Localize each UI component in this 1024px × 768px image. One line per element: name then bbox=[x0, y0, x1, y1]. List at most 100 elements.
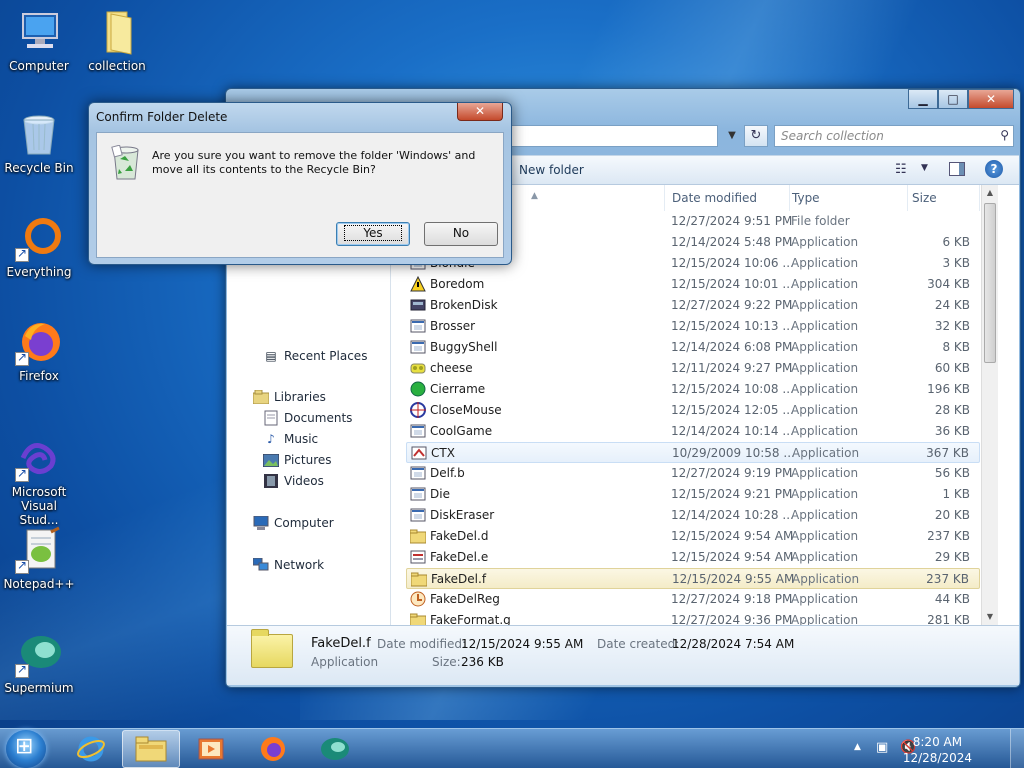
table-row[interactable]: CoolGame 12/14/2024 10:14 ... Application 3… bbox=[406, 421, 980, 442]
desktop-icon-firefox[interactable]: Firefox bbox=[1, 318, 77, 383]
minimize-button[interactable]: ▁ bbox=[908, 89, 938, 109]
table-row[interactable]: BrokenDisk 12/27/2024 9:22 PM Application 2… bbox=[406, 295, 980, 316]
file-name: Brosser bbox=[430, 319, 476, 333]
confirm-delete-dialog: Confirm Folder Delete ✕ Are you sure you… bbox=[88, 102, 512, 265]
nav-pictures[interactable]: Pictures bbox=[263, 452, 332, 468]
help-icon[interactable]: ? bbox=[985, 160, 1003, 178]
taskbar-windows-explorer[interactable] bbox=[122, 730, 180, 768]
show-desktop-button[interactable] bbox=[1010, 729, 1024, 768]
table-row[interactable]: Brosser 12/15/2024 10:13 ... Application 32… bbox=[406, 316, 980, 337]
table-row[interactable]: Delf.b 12/27/2024 9:19 PM Application 56 KB bbox=[406, 463, 980, 484]
taskbar-internet-explorer[interactable] bbox=[62, 730, 120, 768]
file-date: 12/14/2024 6:08 PM bbox=[671, 340, 793, 354]
file-name: FakeDelReg bbox=[430, 592, 500, 606]
details-pane: FakeDel.f Application Date modified: 12/… bbox=[227, 625, 1019, 685]
table-row[interactable]: cheese 12/11/2024 9:27 PM Application 60 KB bbox=[406, 358, 980, 379]
file-type: Application bbox=[791, 466, 859, 480]
desktop-icon-recycle-bin[interactable]: Recycle Bin bbox=[1, 110, 77, 175]
table-row[interactable]: CloseMouse 12/15/2024 12:05 ... Applicatio… bbox=[406, 400, 980, 421]
file-name: cheese bbox=[430, 361, 473, 375]
nav-music[interactable]: ♪ Music bbox=[263, 431, 318, 447]
network-status-icon[interactable]: ▣ bbox=[876, 740, 888, 755]
preview-pane-icon[interactable] bbox=[949, 162, 965, 176]
clock[interactable]: 8:20 AM 12/28/2024 bbox=[903, 734, 972, 766]
documents-icon bbox=[263, 410, 279, 426]
views-icon[interactable]: ☷ bbox=[895, 162, 907, 177]
new-folder-button[interactable]: New folder bbox=[519, 163, 584, 177]
file-date: 12/15/2024 12:05 ... bbox=[671, 403, 794, 417]
desktop-icon-notepad-plus-plus[interactable]: Notepad++ bbox=[1, 526, 77, 591]
address-bar[interactable] bbox=[506, 125, 718, 147]
visual-studio-icon bbox=[15, 434, 63, 482]
application-icon bbox=[410, 318, 426, 334]
table-row[interactable]: FakeDel.e 12/15/2024 9:54 AM Application 29… bbox=[406, 547, 980, 568]
nav-documents[interactable]: Documents bbox=[263, 410, 352, 426]
table-row[interactable]: Boredom 12/15/2024 10:01 ... Application 30… bbox=[406, 274, 980, 295]
desktop-icon-everything[interactable]: Everything bbox=[1, 214, 77, 279]
show-hidden-icons-icon[interactable]: ▲ bbox=[854, 742, 861, 752]
dialog-close-button[interactable]: ✕ bbox=[457, 103, 503, 121]
file-name: FakeDel.d bbox=[430, 529, 489, 543]
table-row[interactable]: FakeDel.d 12/15/2024 9:54 AM Application 23… bbox=[406, 526, 980, 547]
column-type[interactable]: Type bbox=[790, 185, 908, 211]
nav-videos[interactable]: Videos bbox=[263, 473, 324, 489]
file-name: Die bbox=[430, 487, 450, 501]
table-row[interactable]: FakeDel.f 12/15/2024 9:55 AM Application 23… bbox=[406, 568, 980, 589]
file-type: Application bbox=[791, 529, 859, 543]
window-controls: ▁ □ ✕ bbox=[908, 89, 1014, 109]
search-input[interactable]: Search collection ⚲ bbox=[774, 125, 1014, 147]
yes-button[interactable]: Yes bbox=[336, 222, 410, 246]
file-date: 12/15/2024 10:08 ... bbox=[671, 382, 794, 396]
videos-icon bbox=[263, 473, 279, 489]
file-type: Application bbox=[791, 508, 859, 522]
file-type: Application bbox=[791, 340, 859, 354]
file-type: Application bbox=[791, 298, 859, 312]
nav-recent-places[interactable]: ▤ Recent Places bbox=[263, 348, 367, 364]
views-dropdown-icon[interactable]: ▼ bbox=[921, 163, 928, 173]
file-size: 29 KB bbox=[934, 550, 970, 564]
vertical-scrollbar[interactable]: ▲ ▼ bbox=[981, 185, 998, 625]
nav-label: Music bbox=[284, 432, 319, 446]
table-row[interactable]: Die 12/15/2024 9:21 PM Application 1 KB bbox=[406, 484, 980, 505]
taskbar-supermium[interactable] bbox=[306, 730, 364, 768]
file-size: 44 KB bbox=[934, 592, 970, 606]
desktop-icon-collection[interactable]: collection bbox=[79, 8, 155, 73]
minimize-icon: ▁ bbox=[918, 92, 928, 106]
scroll-down-icon[interactable]: ▼ bbox=[982, 609, 998, 625]
nav-libraries[interactable]: Libraries bbox=[253, 389, 326, 405]
maximize-button[interactable]: □ bbox=[938, 89, 968, 109]
file-size: 6 KB bbox=[942, 235, 970, 249]
file-name: CTX bbox=[431, 446, 455, 460]
nav-network[interactable]: Network bbox=[253, 557, 324, 573]
refresh-button[interactable]: ↻ bbox=[744, 125, 768, 147]
network-icon bbox=[253, 557, 269, 573]
table-row[interactable]: CTX 10/29/2009 10:58 ... Application 367 KB bbox=[406, 442, 980, 463]
column-date-modified[interactable]: Date modified bbox=[670, 185, 790, 211]
table-row[interactable]: Cierrame 12/15/2024 10:08 ... Application 1… bbox=[406, 379, 980, 400]
file-name: CoolGame bbox=[430, 424, 493, 438]
address-dropdown-icon[interactable]: ▼ bbox=[724, 125, 740, 147]
desktop-icon-visual-studio[interactable]: Microsoft Visual Stud... bbox=[1, 434, 77, 527]
file-date: 12/11/2024 9:27 PM bbox=[671, 361, 793, 375]
supermium-icon bbox=[15, 630, 63, 678]
column-size[interactable]: Size bbox=[910, 185, 980, 211]
close-button[interactable]: ✕ bbox=[968, 89, 1014, 109]
desktop-icon-supermium[interactable]: Supermium bbox=[1, 630, 77, 695]
start-button[interactable] bbox=[6, 730, 46, 768]
table-row[interactable]: DiskEraser 12/14/2024 10:28 ... Applicatio… bbox=[406, 505, 980, 526]
taskbar-media-player[interactable] bbox=[182, 730, 240, 768]
scrollbar-thumb[interactable] bbox=[984, 203, 996, 363]
table-row[interactable]: FakeDelReg 12/27/2024 9:18 PM Application 4… bbox=[406, 589, 980, 610]
notepad-plus-plus-icon bbox=[15, 526, 63, 574]
scroll-up-icon[interactable]: ▲ bbox=[982, 185, 998, 201]
taskbar-firefox[interactable] bbox=[244, 730, 302, 768]
nav-computer[interactable]: Computer bbox=[253, 515, 334, 531]
table-row[interactable]: BuggyShell 12/14/2024 6:08 PM Application 8… bbox=[406, 337, 980, 358]
nav-label: Network bbox=[274, 558, 325, 572]
desktop-icon-computer[interactable]: Computer bbox=[1, 8, 77, 73]
file-type: Application bbox=[792, 572, 860, 586]
search-placeholder: Search collection bbox=[781, 129, 884, 143]
file-size: 237 KB bbox=[926, 572, 969, 586]
file-date: 12/15/2024 9:21 PM bbox=[671, 487, 793, 501]
no-button[interactable]: No bbox=[424, 222, 498, 246]
